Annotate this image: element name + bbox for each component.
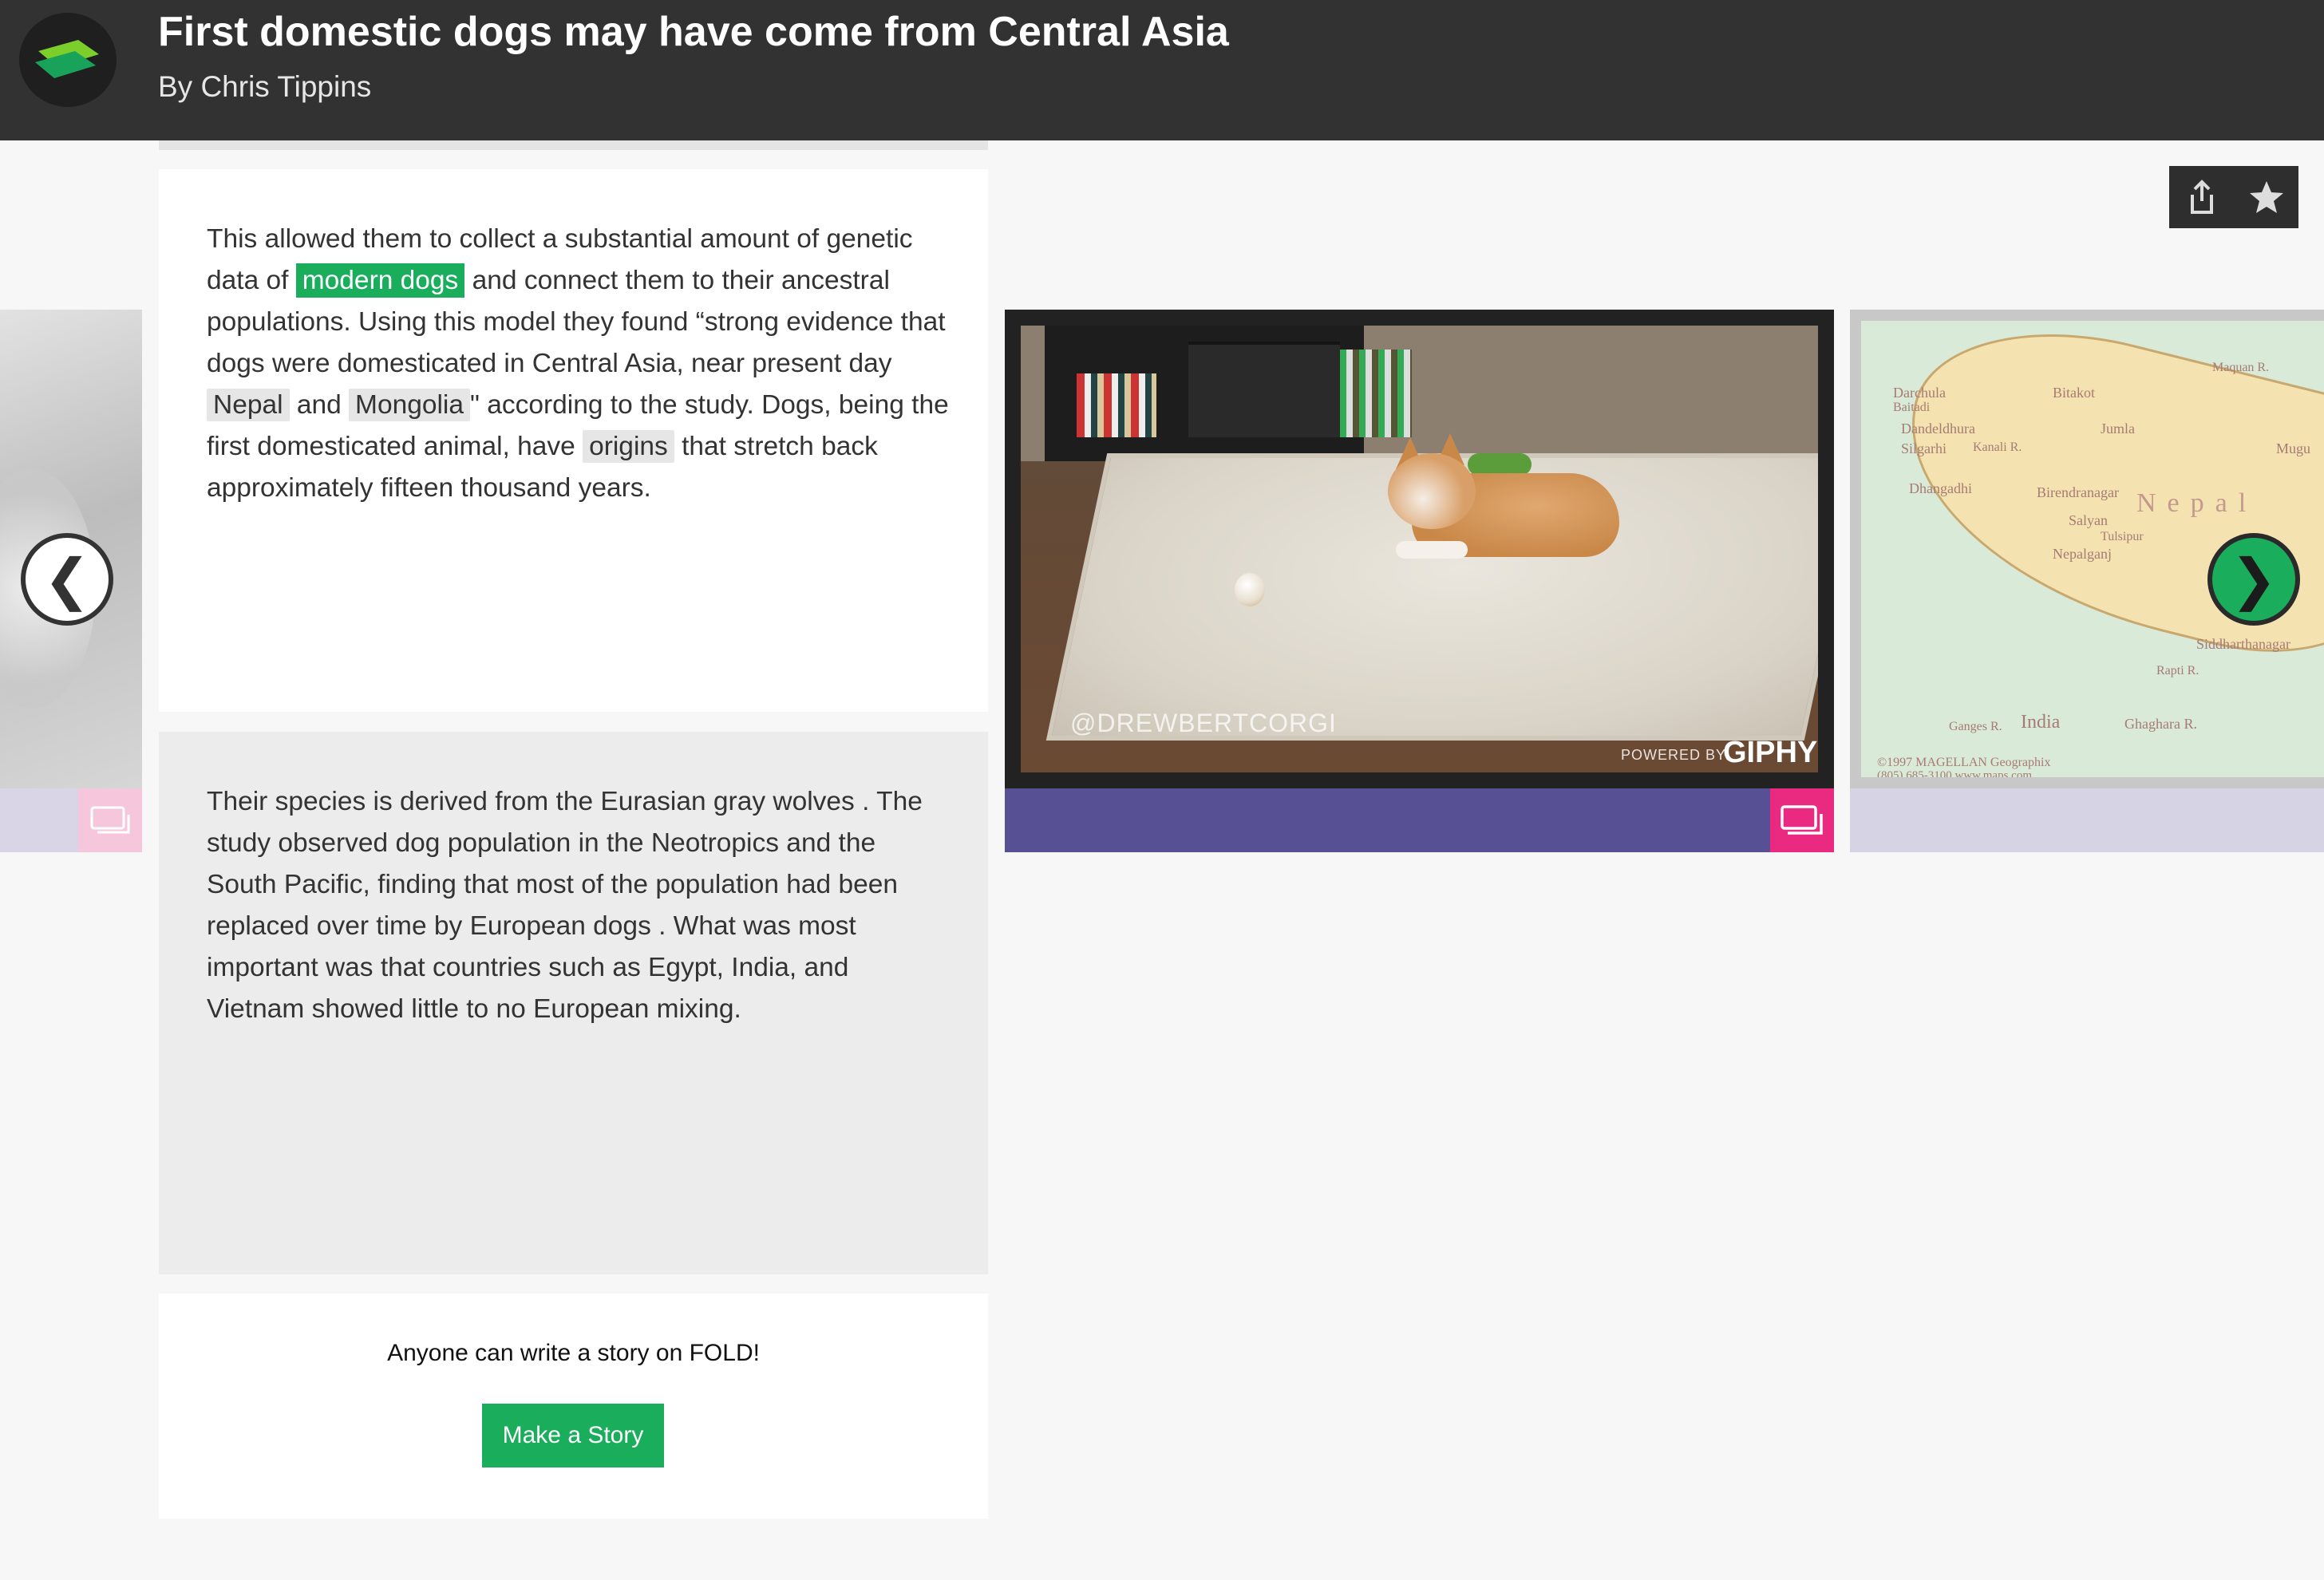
map-label: (805) 685-3100 www.maps.com [1877,769,2032,777]
story-header: First domestic dogs may have come from C… [0,0,2324,140]
card-body-text: This allowed them to collect a substanti… [207,219,949,509]
map-label: Maquan R. [2212,361,2270,374]
context-link-european-dogs[interactable]: European dogs [470,911,651,941]
make-a-story-button[interactable]: Make a Story [482,1404,664,1467]
text-segment: Their species is derived from the [207,787,601,816]
fold-logo-icon[interactable] [19,13,117,107]
promo-card: Anyone can write a story on FOLD! Make a… [159,1294,988,1519]
card-body-text: Their species is derived from the Eurasi… [207,781,949,1030]
media-card-icon[interactable] [78,788,142,852]
text-segment: and [289,390,350,420]
map-label: Rapti R. [2156,664,2200,677]
gif-shelf [1045,326,1364,461]
giphy-logo: GIPHY [1723,736,1818,769]
gif-toy [1468,453,1532,476]
media-card-footer [1850,788,2324,852]
promo-text: Anyone can write a story on FOLD! [387,1340,760,1366]
map-label: Birendranagar [2037,484,2119,500]
context-link-origins[interactable]: origins [583,430,674,463]
corgi-gif[interactable]: @DREWBERTCORGI POWERED BY GIPHY [1021,326,1818,772]
story-author[interactable]: By Chris Tippins [158,70,371,104]
previous-card-edge [159,140,988,150]
share-icon[interactable] [2169,166,2234,228]
map-label: ©1997 MAGELLAN Geographix [1877,756,2051,769]
context-link-nepal[interactable]: Nepal [207,389,290,421]
story-actions [2169,166,2298,228]
map-label: Nepalganj [2053,546,2112,562]
context-link-mongolia[interactable]: Mongolia [349,389,470,421]
gif-books [1077,373,1156,437]
map-label: Nepal [2136,488,2258,518]
next-arrow-button[interactable]: ❯ [2207,533,2300,626]
map-label: Bitakot [2053,385,2095,401]
text-card[interactable]: Their species is derived from the Eurasi… [159,732,988,1274]
map-label: Salyan [2069,512,2108,528]
map-label: Silgarhi [1901,440,1947,456]
story-title: First domestic dogs may have come from C… [158,9,1229,55]
media-card-footer [1005,788,1834,852]
gif-watermark: @DREWBERTCORGI [1070,709,1337,737]
previous-arrow-button[interactable]: ❮ [21,533,113,626]
map-label: Darchula [1893,385,1946,401]
map-label: Baitadi [1893,401,1931,414]
map-label: Tulsipur [2101,530,2144,543]
map-label: Jumla [2101,421,2135,436]
media-card-gif[interactable]: @DREWBERTCORGI POWERED BY GIPHY [1005,310,1834,788]
map-label: India [2021,712,2061,733]
map-label: Dhangadhi [1909,480,1972,496]
gif-ball [1235,573,1265,606]
giphy-powered-by: POWERED BY [1621,747,1727,763]
text-card: This allowed them to collect a substanti… [159,169,988,712]
gif-drawers [1188,342,1340,437]
gif-books-right [1340,350,1412,437]
gif-dog-head [1388,453,1476,529]
context-link-neotropics[interactable]: Neotropics [651,828,779,858]
media-card-icon[interactable] [1770,788,1834,852]
map-label: Ganges R. [1949,720,2002,733]
gif-dog-paws [1396,541,1468,559]
map-label: Mugu [2276,440,2311,456]
map-label: Dandeldhura [1901,421,1975,436]
star-icon[interactable] [2234,166,2298,228]
map-label: Kanali R. [1973,440,2022,454]
context-link-modern-dogs[interactable]: modern dogs [295,263,465,298]
context-link-eurasian-gray-wolves[interactable]: Eurasian gray wolves [600,787,854,816]
map-label: Siddharthanagar [2196,636,2290,652]
map-label: Ghaghara R. [2124,716,2197,732]
